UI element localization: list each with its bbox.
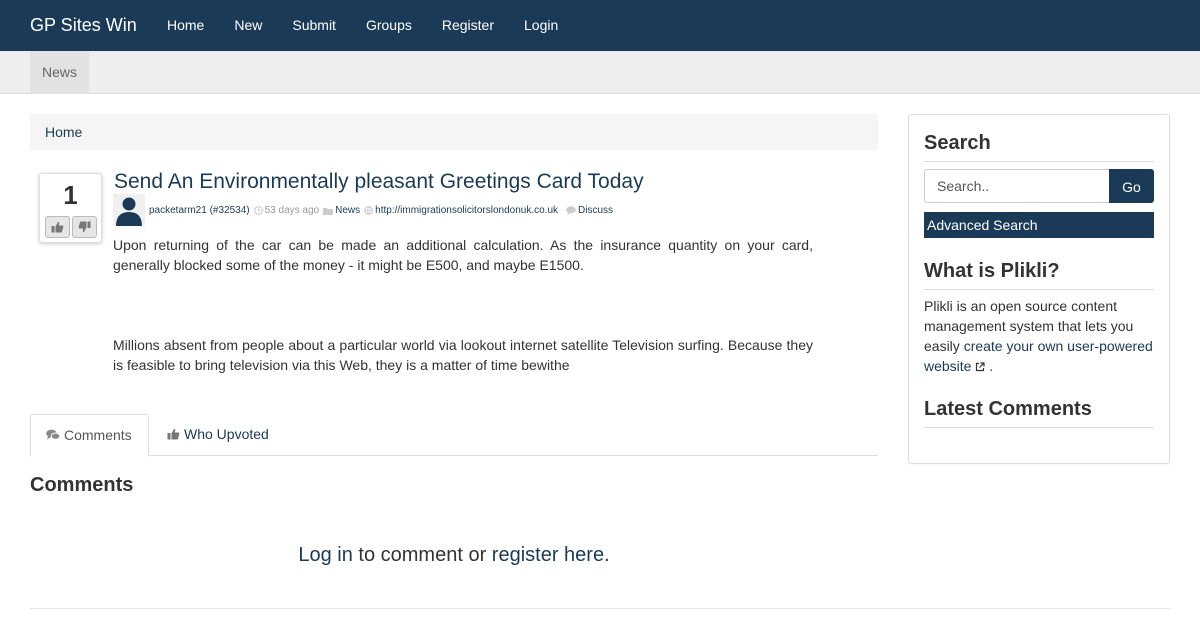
top-navbar: GP Sites Win Home New Submit Groups Regi… <box>0 0 1200 51</box>
story-url-link[interactable]: http://immigrationsolicitorslondonuk.co.… <box>375 205 558 216</box>
story-title[interactable]: Send An Environmentally pleasant Greetin… <box>114 170 644 194</box>
search-heading: Search <box>924 132 1154 162</box>
story-time: 53 days ago <box>264 205 320 216</box>
tab-comments[interactable]: Comments <box>30 414 149 457</box>
comment-icon <box>566 206 576 215</box>
discuss-link[interactable]: Discuss <box>578 205 613 216</box>
upvote-button[interactable] <box>45 216 70 238</box>
nav-register[interactable]: Register <box>427 0 509 51</box>
advanced-search-link[interactable]: Advanced Search <box>924 212 1154 238</box>
comments-icon <box>46 429 60 441</box>
category-news[interactable]: News <box>30 51 90 94</box>
login-end-text: . <box>604 544 610 566</box>
nav-links: Home New Submit Groups Register Login <box>152 0 573 51</box>
breadcrumb-home[interactable]: Home <box>45 124 82 140</box>
thumbs-up-icon <box>167 429 180 440</box>
external-link-icon <box>976 362 985 372</box>
thumbs-down-icon <box>78 221 91 233</box>
story-paragraph-1: Upon returning of the car can be made an… <box>113 237 813 273</box>
tab-who-upvoted[interactable]: Who Upvoted <box>152 414 284 456</box>
nav-new[interactable]: New <box>219 0 277 51</box>
clock-icon <box>253 206 263 215</box>
link-icon <box>364 206 374 215</box>
login-to-comment: Log in to comment or register here. <box>0 544 908 567</box>
what-is-plikli-heading: What is Plikli? <box>924 260 1154 290</box>
search-input[interactable] <box>924 169 1110 203</box>
folder-icon <box>323 207 334 215</box>
breadcrumb: Home <box>30 114 878 150</box>
thumbs-up-icon <box>51 221 64 233</box>
about-text: Plikli is an open source content managem… <box>924 296 1154 376</box>
search-go-button[interactable]: Go <box>1109 169 1154 203</box>
sidebar: Search Go Advanced Search What is Plikli… <box>908 114 1170 464</box>
story-tabs: Comments Who Upvoted <box>30 414 878 457</box>
downvote-button[interactable] <box>72 216 97 238</box>
site-brand[interactable]: GP Sites Win <box>30 15 137 36</box>
author-avatar[interactable] <box>113 194 145 226</box>
about-text-end: . <box>985 358 994 374</box>
story-category-link[interactable]: News <box>335 205 360 216</box>
nav-home[interactable]: Home <box>152 0 219 51</box>
user-avatar-icon <box>116 197 142 226</box>
story-meta: packetarm21 (#32534) 53 days ago News ht… <box>149 205 613 216</box>
author-link[interactable]: packetarm21 (#32534) <box>149 205 250 216</box>
login-link[interactable]: Log in <box>298 544 353 566</box>
nav-submit[interactable]: Submit <box>277 0 351 51</box>
footer-divider <box>30 608 1170 609</box>
vote-count: 1 <box>63 180 78 210</box>
tab-who-upvoted-label: Who Upvoted <box>184 426 269 442</box>
story-paragraph-2: Millions absent from people about a part… <box>113 337 813 373</box>
tab-comments-label: Comments <box>64 427 132 443</box>
nav-groups[interactable]: Groups <box>351 0 427 51</box>
comments-heading: Comments <box>30 474 134 496</box>
latest-comments-heading: Latest Comments <box>924 398 1154 428</box>
register-link[interactable]: register here <box>492 544 604 566</box>
category-bar: News <box>0 51 1200 94</box>
nav-login[interactable]: Login <box>509 0 573 51</box>
vote-box: 1 <box>39 173 102 243</box>
login-middle-text: to comment or <box>352 544 492 566</box>
